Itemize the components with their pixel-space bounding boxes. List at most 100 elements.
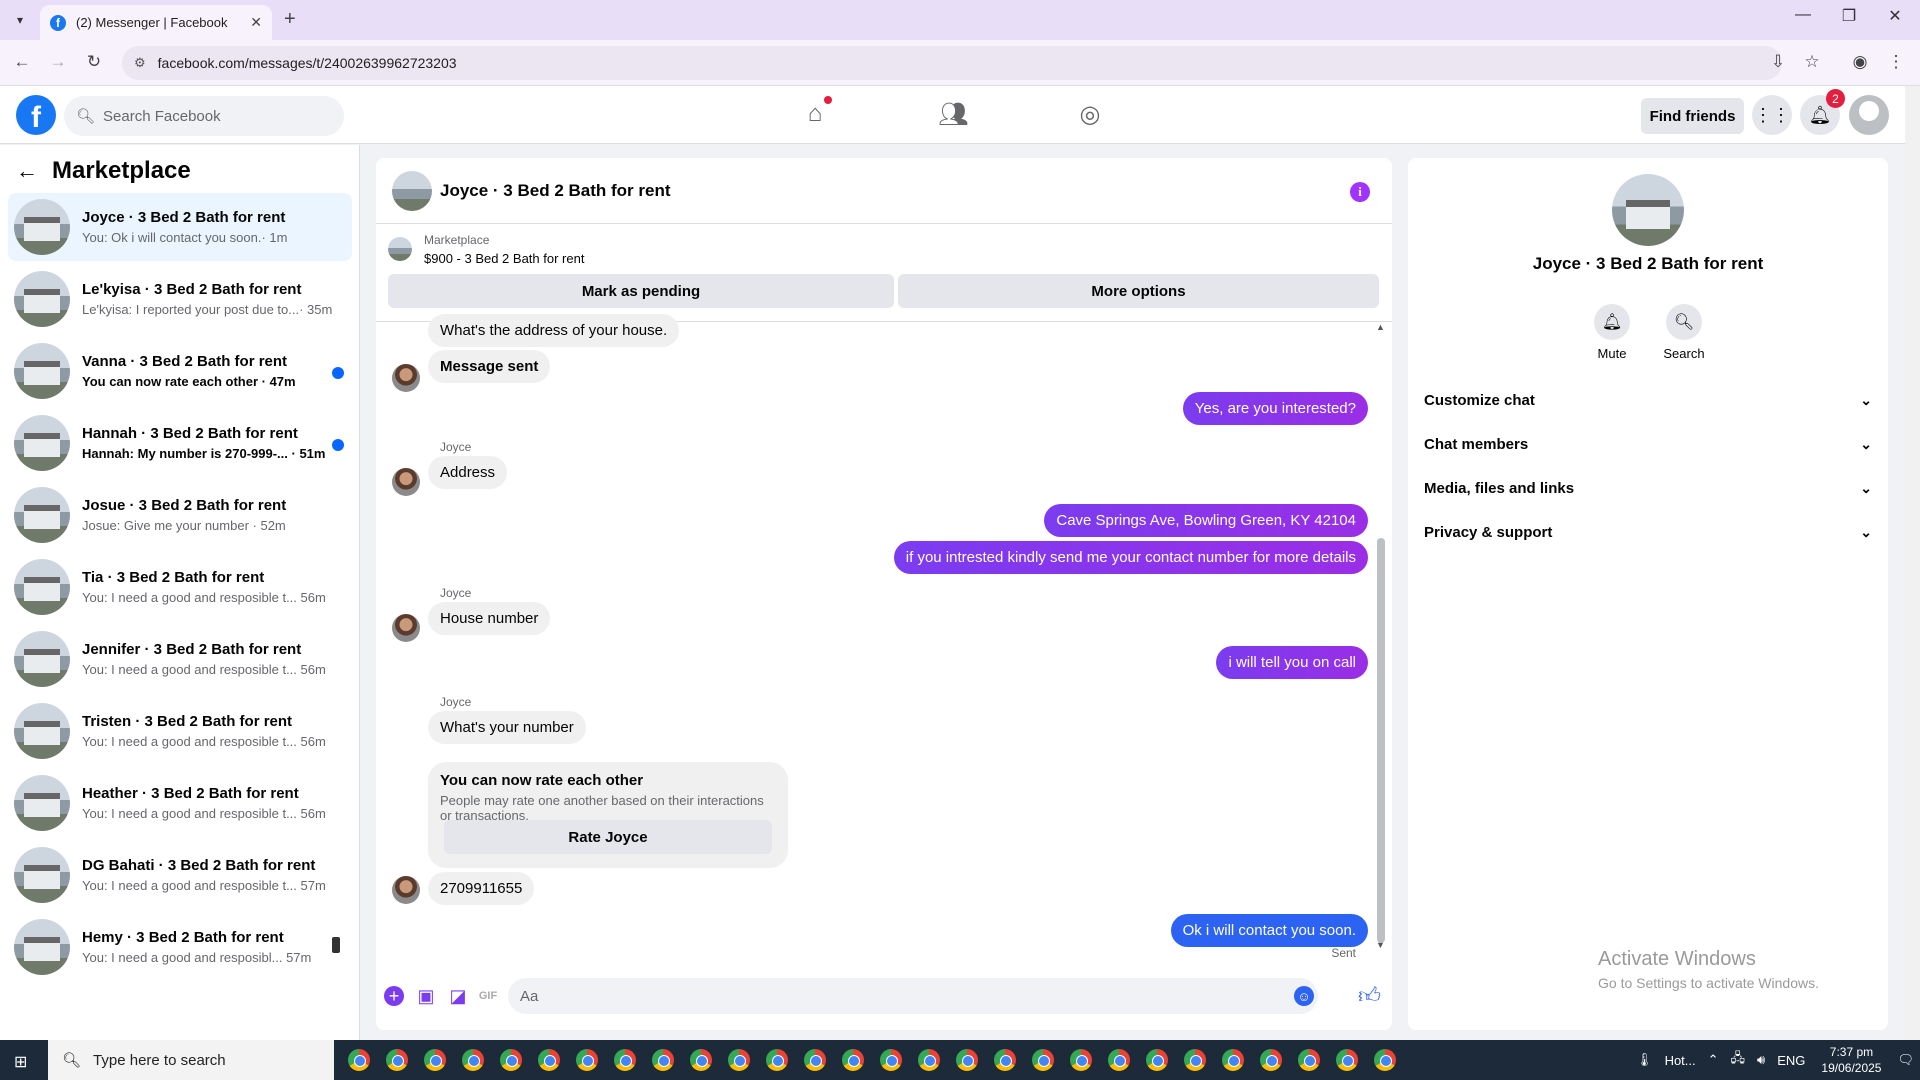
taskbar-app-icon[interactable] — [682, 1040, 720, 1080]
facebook-search-input[interactable]: 🔍︎ Search Facebook — [64, 96, 344, 136]
browser-menu-icon[interactable]: ⋮ — [1884, 52, 1908, 72]
taskbar-app-icon[interactable] — [1328, 1040, 1366, 1080]
scroll-thumb[interactable] — [1377, 538, 1385, 943]
language-indicator[interactable]: ENG — [1777, 1053, 1805, 1068]
taskbar-app-icon[interactable] — [758, 1040, 796, 1080]
taskbar-app-icon[interactable] — [454, 1040, 492, 1080]
facebook-logo-icon[interactable]: f — [16, 95, 56, 135]
listing-thumbnail[interactable] — [388, 237, 412, 261]
reload-icon[interactable]: ↻ — [82, 52, 106, 72]
conversation-item[interactable]: Joyce · 3 Bed 2 Bath for rent You: Ok i w… — [8, 193, 352, 261]
taskbar-app-icon[interactable] — [796, 1040, 834, 1080]
weather-icon[interactable]: 🌡 — [1636, 1052, 1653, 1068]
taskbar-app-icon[interactable] — [834, 1040, 872, 1080]
section-media-files-links[interactable]: Media, files and links ⌄ — [1424, 470, 1872, 506]
sender-avatar[interactable] — [392, 876, 420, 904]
gif-icon[interactable]: GIF — [478, 986, 498, 1006]
home-nav-icon[interactable]: ⌂ — [800, 100, 830, 130]
chat-title[interactable]: Joyce · 3 Bed 2 Bath for rent — [440, 181, 671, 201]
tab-close-icon[interactable]: ✕ — [250, 14, 262, 31]
listing-title[interactable]: $900 - 3 Bed 2 Bath for rent — [424, 251, 584, 266]
conversation-item[interactable]: Hannah · 3 Bed 2 Bath for rent Hannah: My… — [8, 409, 352, 477]
menu-grid-icon[interactable]: ⋮⋮ — [1752, 95, 1792, 135]
taskbar-search-input[interactable]: 🔍︎ Type here to search — [48, 1040, 334, 1080]
chat-thumbnail[interactable] — [392, 170, 432, 211]
tab-search-chevron-icon[interactable]: ▾ — [8, 8, 32, 32]
photo-icon[interactable]: ▣ — [416, 986, 436, 1006]
conversation-item[interactable]: Le'kyisa · 3 Bed 2 Bath for rent Le'kyisa… — [8, 265, 352, 333]
mark-pending-button[interactable]: Mark as pending — [388, 274, 894, 308]
groups-nav-icon[interactable]: ◎ — [1075, 100, 1105, 130]
taskbar-app-icon[interactable] — [986, 1040, 1024, 1080]
taskbar-app-icon[interactable] — [1176, 1040, 1214, 1080]
taskbar-app-icon[interactable] — [378, 1040, 416, 1080]
more-options-button[interactable]: More options — [898, 274, 1379, 308]
action-center-icon[interactable]: 🗨 — [1897, 1052, 1914, 1068]
info-icon[interactable]: i — [1350, 182, 1370, 202]
minimize-icon[interactable]: — — [1780, 6, 1826, 24]
listing-avatar[interactable] — [1612, 174, 1684, 246]
network-icon[interactable]: 🖧 — [1731, 1049, 1746, 1071]
thumbs-up-icon[interactable]: 👍︎ — [1358, 982, 1381, 1009]
taskbar-app-icon[interactable] — [1366, 1040, 1404, 1080]
taskbar-app-icon[interactable] — [720, 1040, 758, 1080]
windows-start-icon[interactable]: ⊞ — [14, 1052, 27, 1072]
rate-joyce-button[interactable]: Rate Joyce — [444, 820, 772, 854]
forward-icon[interactable]: → — [46, 52, 70, 72]
chat-scrollbar[interactable]: ▲ ▼ — [1376, 322, 1386, 958]
conversation-item[interactable]: Vanna · 3 Bed 2 Bath for rent You can now… — [8, 337, 352, 405]
taskbar-app-icon[interactable] — [416, 1040, 454, 1080]
conversation-item[interactable]: Tia · 3 Bed 2 Bath for rent You: I need a… — [8, 553, 352, 621]
search-action[interactable]: 🔍︎ Search — [1648, 304, 1720, 361]
address-bar[interactable]: ⚙ facebook.com/messages/t/24002639962723… — [122, 46, 1782, 80]
volume-icon[interactable]: 🔊︎ — [1757, 1052, 1765, 1068]
taskbar-app-icon[interactable] — [1138, 1040, 1176, 1080]
taskbar-app-icon[interactable] — [948, 1040, 986, 1080]
conversation-item[interactable]: Jennifer · 3 Bed 2 Bath for rent You: I n… — [8, 625, 352, 693]
bookmark-star-icon[interactable]: ☆ — [1800, 52, 1824, 72]
emoji-icon[interactable]: ☺ — [1294, 986, 1314, 1006]
taskbar-app-icon[interactable] — [1214, 1040, 1252, 1080]
conversation-item[interactable]: Hemy · 3 Bed 2 Bath for rent You: I need … — [8, 913, 352, 981]
taskbar-app-icon[interactable] — [1024, 1040, 1062, 1080]
install-app-icon[interactable]: ⇩ — [1766, 52, 1790, 72]
taskbar-app-icon[interactable] — [530, 1040, 568, 1080]
scroll-up-icon[interactable]: ▲ — [1376, 322, 1385, 332]
conversation-item[interactable]: DG Bahati · 3 Bed 2 Bath for rent You: I … — [8, 841, 352, 909]
message-input[interactable]: Aa — [508, 978, 1318, 1014]
taskbar-app-icon[interactable] — [1252, 1040, 1290, 1080]
taskbar-app-icon[interactable] — [1062, 1040, 1100, 1080]
weather-text[interactable]: Hot... — [1665, 1053, 1696, 1068]
sender-avatar[interactable] — [392, 614, 420, 642]
taskbar-app-icon[interactable] — [644, 1040, 682, 1080]
new-tab-icon[interactable]: + — [284, 8, 296, 31]
browser-tab[interactable]: f (2) Messenger | Facebook ✕ — [40, 5, 272, 40]
taskbar-app-icon[interactable] — [910, 1040, 948, 1080]
tray-chevron-icon[interactable]: ⌃ — [1708, 1052, 1719, 1068]
back-icon[interactable]: ← — [10, 52, 34, 72]
taskbar-app-icon[interactable] — [1100, 1040, 1138, 1080]
taskbar-app-icon[interactable] — [568, 1040, 606, 1080]
conversation-item[interactable]: Heather · 3 Bed 2 Bath for rent You: I ne… — [8, 769, 352, 837]
taskbar-app-icon[interactable] — [1290, 1040, 1328, 1080]
conversation-item[interactable]: Josue · 3 Bed 2 Bath for rent Josue: Give… — [8, 481, 352, 549]
taskbar-app-icon[interactable] — [492, 1040, 530, 1080]
restore-icon[interactable]: ❐ — [1826, 6, 1872, 26]
scroll-down-icon[interactable]: ▼ — [1376, 940, 1385, 950]
clock[interactable]: 7:37 pm 19/06/2025 — [1821, 1044, 1881, 1076]
mute-action[interactable]: 🔔︎ Mute — [1576, 304, 1648, 361]
find-friends-button[interactable]: Find friends — [1641, 98, 1744, 134]
profile-icon[interactable]: ◉ — [1848, 52, 1872, 72]
friends-nav-icon[interactable]: 👥︎ — [938, 100, 968, 130]
site-info-icon[interactable]: ⚙ — [134, 55, 146, 71]
back-arrow-icon[interactable]: ← — [16, 158, 38, 184]
taskbar-app-icon[interactable] — [872, 1040, 910, 1080]
taskbar-app-icon[interactable] — [340, 1040, 378, 1080]
page-scrollbar[interactable] — [1905, 86, 1920, 1040]
section-customize-chat[interactable]: Customize chat ⌄ — [1424, 382, 1872, 418]
taskbar-app-icon[interactable] — [606, 1040, 644, 1080]
account-avatar[interactable] — [1849, 95, 1889, 135]
sender-avatar[interactable] — [392, 364, 420, 392]
sender-avatar[interactable] — [392, 468, 420, 496]
sticker-icon[interactable]: ◪ — [448, 986, 468, 1006]
